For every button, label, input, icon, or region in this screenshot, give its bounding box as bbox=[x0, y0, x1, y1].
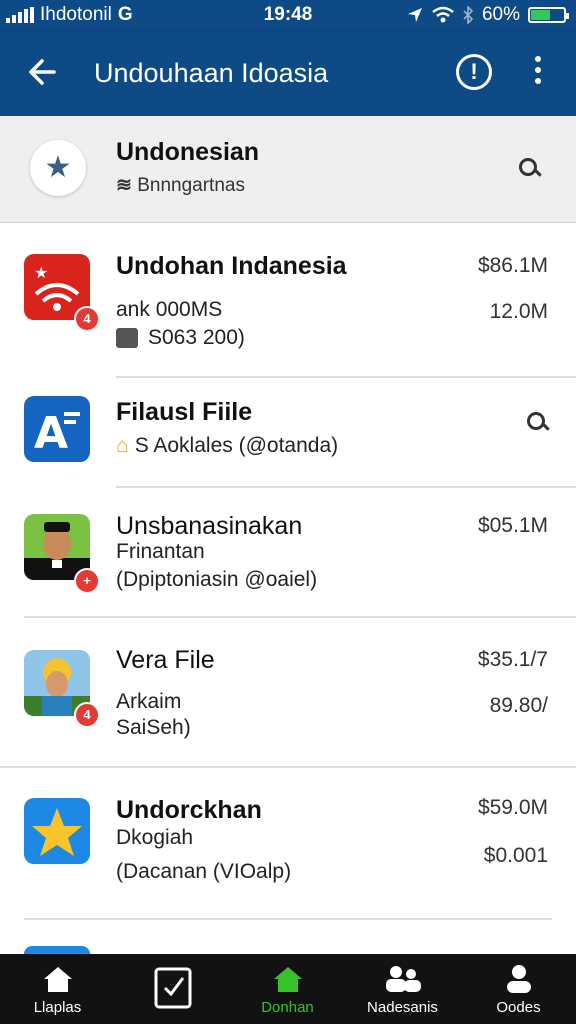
item-title: Undohan Indanesia bbox=[116, 252, 347, 280]
checkbox-icon bbox=[154, 967, 191, 1009]
list-item[interactable]: + Unsbanasinakan Frinantan (Dpiptoniasin… bbox=[0, 488, 576, 618]
favorite-name: Undonesian bbox=[116, 138, 260, 166]
person-icon bbox=[506, 965, 531, 993]
battery-percent: 60% bbox=[481, 4, 520, 25]
wifi-icon bbox=[432, 6, 454, 23]
list-item[interactable]: ★ 4 Undohan Indanesia ank 000MS S063 200… bbox=[0, 222, 576, 378]
list-item[interactable]: A Filausl Fiile ⌂ S Aoklales (@otanda) bbox=[0, 378, 576, 488]
item-size: $0.001 bbox=[483, 844, 548, 867]
transfer-icon: ≋ bbox=[116, 175, 132, 196]
photo-icon bbox=[116, 328, 138, 349]
item-title: Filausl Fiile bbox=[116, 398, 253, 426]
info-icon[interactable]: ! bbox=[456, 54, 492, 90]
list-item[interactable]: 4 Vera File Arkaim SaiSeh) $35.1/7 89.80… bbox=[0, 618, 576, 768]
battery-icon bbox=[528, 7, 569, 23]
item-title: Vera File bbox=[116, 646, 215, 674]
tab-label: Oodes bbox=[496, 999, 541, 1016]
item-size: 89.80/​ bbox=[489, 694, 548, 717]
item-detail: (Dpiptoniasin @oaiel) bbox=[116, 568, 318, 591]
item-subtitle: Dkogiah bbox=[116, 826, 194, 849]
notification-badge: 4 bbox=[74, 702, 100, 728]
tab-tasks[interactable] bbox=[115, 954, 230, 1024]
tab-label: Nadesanis bbox=[367, 999, 438, 1016]
item-price: $05.1M bbox=[477, 514, 548, 537]
item-price: $35.1/7 bbox=[477, 648, 548, 671]
favorite-card[interactable]: ★ Undonesian ≋ Bnnngartnas bbox=[0, 116, 576, 223]
search-icon[interactable] bbox=[519, 158, 537, 176]
item-size: 12.0M bbox=[489, 300, 548, 323]
notification-badge: + bbox=[74, 568, 100, 594]
item-subtitle: Arkaim bbox=[116, 690, 182, 713]
back-arrow-icon[interactable] bbox=[24, 54, 60, 90]
item-title: Unsbanasinakan bbox=[116, 512, 303, 540]
divider bbox=[24, 918, 552, 920]
item-detail: S063 200) bbox=[116, 326, 245, 350]
more-vertical-icon[interactable] bbox=[528, 52, 548, 92]
notification-badge: 4 bbox=[74, 306, 100, 332]
people-icon bbox=[385, 966, 421, 992]
item-title: Undorckhan bbox=[116, 796, 262, 824]
item-detail: (Dacanan (VIOalp) bbox=[116, 860, 292, 883]
bottom-navigation: Llaplas Donhan Nadesanis Oodes bbox=[0, 954, 576, 1024]
favorite-subtitle: ≋ Bnnngartnas bbox=[116, 175, 245, 196]
item-subtitle: ank 000MS bbox=[116, 298, 223, 321]
tab-label: Donhan bbox=[261, 999, 314, 1016]
page-title: Undouhaan Idoasia bbox=[94, 58, 329, 88]
status-bar: Ihdotonil G 19:48 60% bbox=[0, 0, 576, 32]
item-subtitle: ⌂ S Aoklales (@otanda) bbox=[116, 434, 339, 457]
house-icon: ⌂ bbox=[116, 434, 129, 457]
star-icon: ★ bbox=[30, 140, 86, 196]
tab-people[interactable]: Nadesanis bbox=[345, 954, 460, 1024]
app-icon bbox=[24, 946, 90, 954]
location-icon bbox=[407, 8, 422, 22]
app-bar: Undouhaan Idoasia ! bbox=[0, 32, 576, 116]
svg-text:★: ★ bbox=[34, 263, 48, 282]
home-icon bbox=[43, 967, 72, 992]
item-price: $86.1M bbox=[477, 254, 548, 277]
tab-donhan[interactable]: Donhan bbox=[230, 954, 345, 1024]
tab-profile[interactable]: Oodes bbox=[461, 954, 576, 1024]
tab-home[interactable]: Llaplas bbox=[0, 954, 115, 1024]
item-detail: SaiSeh) bbox=[116, 716, 191, 739]
item-subtitle: Frinantan bbox=[116, 540, 205, 563]
star-app-icon bbox=[24, 798, 90, 864]
file-app-icon: A bbox=[24, 396, 90, 462]
item-price: $59.0M bbox=[477, 796, 548, 819]
home-icon bbox=[273, 967, 302, 992]
tab-label: Llaplas bbox=[33, 999, 82, 1016]
bluetooth-icon bbox=[463, 6, 474, 24]
list-item[interactable]: Undorckhan Dkogiah (Dacanan (VIOalp) $59… bbox=[0, 768, 576, 920]
search-icon[interactable] bbox=[527, 412, 545, 430]
svg-text:A: A bbox=[34, 408, 68, 459]
